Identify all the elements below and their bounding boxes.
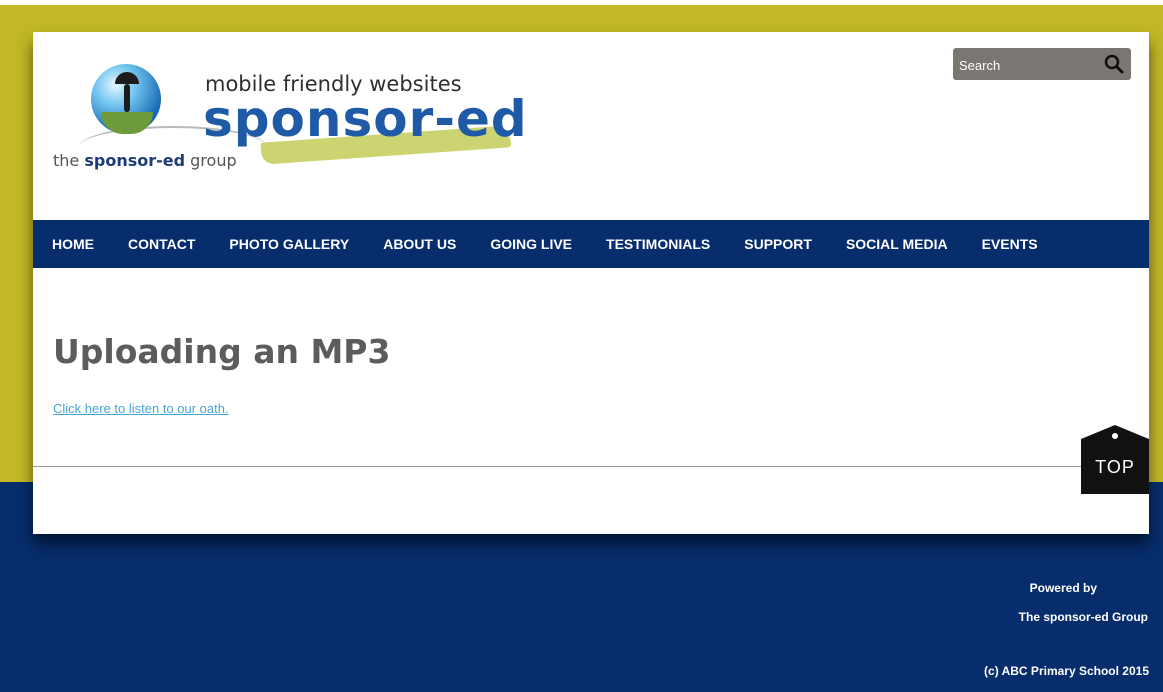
page-title: Uploading an MP3: [53, 332, 391, 371]
back-to-top-button[interactable]: TOP: [1081, 425, 1149, 494]
search-icon[interactable]: [1103, 53, 1125, 75]
powered-by-link[interactable]: The sponsor-ed Group: [1019, 610, 1148, 624]
search-input[interactable]: [957, 52, 1091, 78]
nav-item-support[interactable]: SUPPORT: [744, 236, 812, 252]
nav-item-social-media[interactable]: SOCIAL MEDIA: [846, 236, 948, 252]
main-nav: HOME CONTACT PHOTO GALLERY ABOUT US GOIN…: [33, 220, 1149, 268]
nav-item-events[interactable]: EVENTS: [982, 236, 1038, 252]
nav-item-home[interactable]: HOME: [52, 236, 94, 252]
logo-brand: sponsor-ed: [203, 90, 528, 148]
page-container: mobile friendly websites sponsor-ed the …: [33, 32, 1149, 534]
group-name: sponsor-ed: [84, 151, 186, 170]
nav-item-photo-gallery[interactable]: PHOTO GALLERY: [229, 236, 349, 252]
group-prefix: the: [53, 151, 85, 170]
logo-group-text: the sponsor-ed group: [53, 151, 237, 170]
search-box: [953, 48, 1131, 80]
site-logo[interactable]: mobile friendly websites sponsor-ed the …: [53, 62, 533, 202]
nav-item-testimonials[interactable]: TESTIMONIALS: [606, 236, 710, 252]
nav-item-going-live[interactable]: GOING LIVE: [490, 236, 572, 252]
top-button-label: TOP: [1095, 457, 1135, 477]
copyright-text: (c) ABC Primary School 2015: [984, 664, 1149, 678]
listen-oath-link[interactable]: Click here to listen to our oath.: [53, 401, 229, 416]
group-suffix: group: [185, 151, 237, 170]
site-header: mobile friendly websites sponsor-ed the …: [33, 32, 1149, 201]
nav-item-contact[interactable]: CONTACT: [128, 236, 195, 252]
content-divider: [33, 466, 1149, 467]
top-strip: [0, 0, 1163, 5]
powered-by-label: Powered by: [1029, 581, 1097, 595]
nav-item-about-us[interactable]: ABOUT US: [383, 236, 456, 252]
figure-icon: [124, 84, 130, 112]
